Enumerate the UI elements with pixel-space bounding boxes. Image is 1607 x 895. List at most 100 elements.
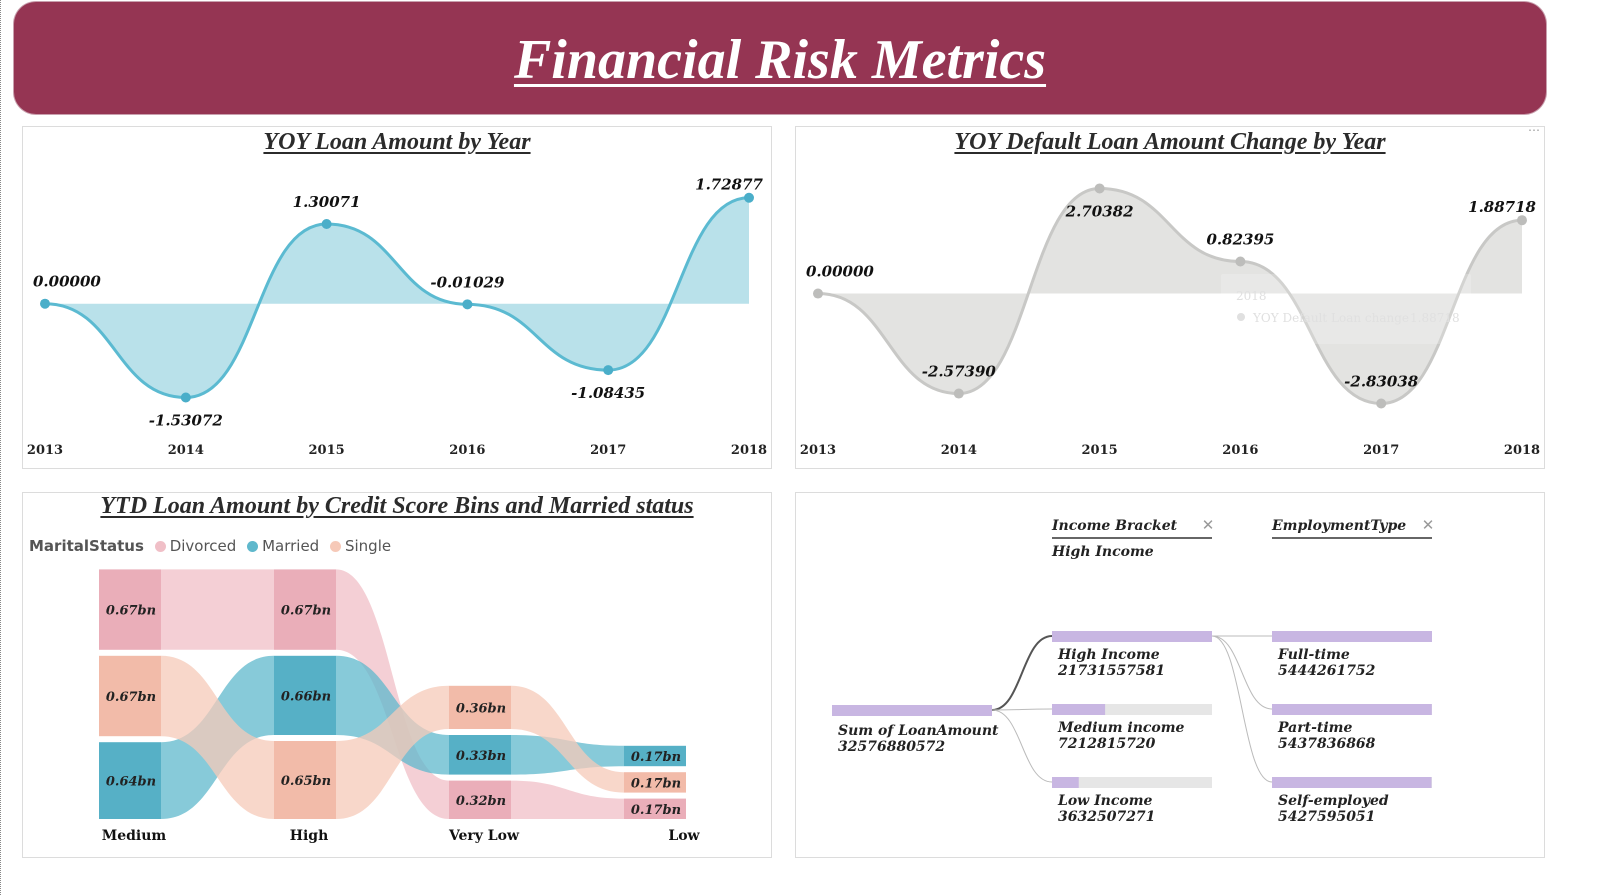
data-label: -1.08435 [571,384,645,402]
data-point[interactable] [1517,215,1527,226]
level-header[interactable]: Income Bracket [1051,518,1178,534]
bar-value-label: 0.66bn [281,689,331,704]
x-tick-label: 2018 [1504,443,1540,458]
data-point[interactable] [744,192,754,203]
remove-level-icon[interactable]: ✕ [1422,516,1435,534]
data-label: -2.57390 [922,363,997,381]
yoy-loan-amount-panel[interactable]: YOY Loan Amount by Year 0.00000 -1.53072 1… [22,126,772,469]
node-bar[interactable] [1052,777,1079,788]
node-bar[interactable] [1272,631,1432,642]
data-point[interactable] [603,365,614,376]
ytd-ribbon-panel[interactable]: YTD Loan Amount by Credit Score Bins and… [22,492,772,858]
node-label: Self-employed [1278,793,1389,809]
x-tick-label: 2014 [168,443,204,458]
yoy-default-change-panel[interactable]: YOY Default Loan Amount Change by Year ⋯… [795,123,1545,469]
bar-value-label: 0.33bn [456,749,506,764]
area-fill [45,197,749,398]
node-value: 5444261752 [1278,663,1376,679]
bar-value-label: 0.17bn [631,803,681,818]
data-point[interactable] [953,388,964,399]
tree-connector [1211,635,1273,710]
data-label: 0.82395 [1206,231,1274,249]
root-bar[interactable] [832,705,992,716]
x-tick-label: 2015 [1082,443,1118,458]
decomposition-tree-panel[interactable]: Income Bracket ✕ High Income EmploymentType… [795,492,1545,858]
x-tick-label: 2013 [800,443,836,458]
x-tick-label: 2014 [941,443,977,458]
bar-value-label: 0.32bn [456,794,506,809]
data-point[interactable] [1376,398,1387,409]
data-label: 2.70382 [1065,202,1134,220]
data-point[interactable] [813,288,823,299]
node-value: 5427595051 [1278,809,1375,825]
bar-value-label: 0.67bn [106,604,156,619]
root-value: 32576880572 [838,739,945,755]
data-label: 0.00000 [806,263,874,281]
data-point[interactable] [1094,183,1105,194]
header-banner: Financial Risk Metrics [14,2,1546,114]
tree-connector [1211,635,1273,783]
node-value: 7212815720 [1058,736,1156,752]
x-tick-label: 2017 [590,443,626,458]
data-label: 1.30071 [293,193,361,211]
data-label: -0.01029 [430,273,505,291]
bar-value-label: 0.67bn [281,604,331,619]
yoy-loan-amount-chart[interactable]: 0.00000 -1.53072 1.30071 -0.01029 -1.08435 1.… [23,127,771,468]
data-label: -2.83038 [1344,373,1419,391]
x-category-label: Medium [102,828,167,844]
tooltip-value: 1.88718 [1410,311,1460,325]
node-label: Full-time [1277,647,1350,663]
node-label: Medium income [1057,720,1185,736]
data-point[interactable] [40,298,50,309]
x-category-label: Very Low [448,828,520,844]
node-value: 5437836868 [1278,736,1376,752]
bar-value-label: 0.67bn [106,690,156,705]
data-label: 1.72877 [695,176,763,194]
tooltip-year: 2018 [1236,289,1267,303]
tree-connector [991,708,1053,711]
node-bar[interactable] [1052,631,1212,642]
node-bar[interactable] [1052,704,1106,715]
data-point[interactable] [462,299,473,310]
tooltip-series: YOY Default Loan change [1252,311,1409,325]
bar-value-label: 0.64bn [106,775,156,790]
window-edge [0,0,3,895]
bar-value-label: 0.17bn [631,776,681,791]
node-value: 3632507271 [1058,809,1155,825]
tooltip-dot-icon [1237,313,1245,321]
data-label: 1.88718 [1468,198,1536,216]
tree-connector [991,635,1053,711]
root-label: Sum of LoanAmount [838,723,999,739]
bar-value-label: 0.65bn [281,774,331,789]
data-label: -1.53072 [149,411,223,429]
ribbon-divorced[interactable] [161,569,274,650]
node-label: Part-time [1277,720,1352,736]
data-point[interactable] [321,218,332,229]
x-category-label: High [290,828,329,844]
node-label: Low Income [1057,793,1153,809]
x-tick-label: 2015 [309,443,345,458]
level-header[interactable]: EmploymentType [1271,518,1406,534]
x-tick-label: 2017 [1363,443,1399,458]
decomposition-tree[interactable]: Income Bracket ✕ High Income EmploymentType… [796,493,1544,857]
x-tick-label: 2016 [449,443,485,458]
yoy-default-change-chart[interactable]: 2018YOY Default Loan change 1.887180.0000… [796,127,1544,468]
x-category-label: Low [668,828,700,844]
bar-value-label: 0.36bn [456,701,506,716]
node-bar[interactable] [1272,704,1432,715]
x-tick-label: 2013 [27,443,63,458]
page-title: Financial Risk Metrics [513,29,1047,91]
data-point[interactable] [180,392,191,403]
x-tick-label: 2016 [1222,443,1258,458]
node-value: 21731557581 [1057,663,1165,679]
bar-value-label: 0.17bn [631,750,681,765]
node-bar[interactable] [1272,777,1432,788]
x-tick-label: 2018 [731,443,767,458]
ribbon-chart[interactable]: 0.67bn 0.67bn 0.32bn 0.17bn 0.64bn 0.66bn 0.33… [23,493,771,857]
data-point[interactable] [1235,256,1246,267]
tooltip-box [1221,274,1471,344]
tree-connector [991,709,1053,783]
data-label: 0.00000 [33,273,101,291]
remove-level-icon[interactable]: ✕ [1202,516,1215,534]
level-selected: High Income [1051,544,1154,560]
